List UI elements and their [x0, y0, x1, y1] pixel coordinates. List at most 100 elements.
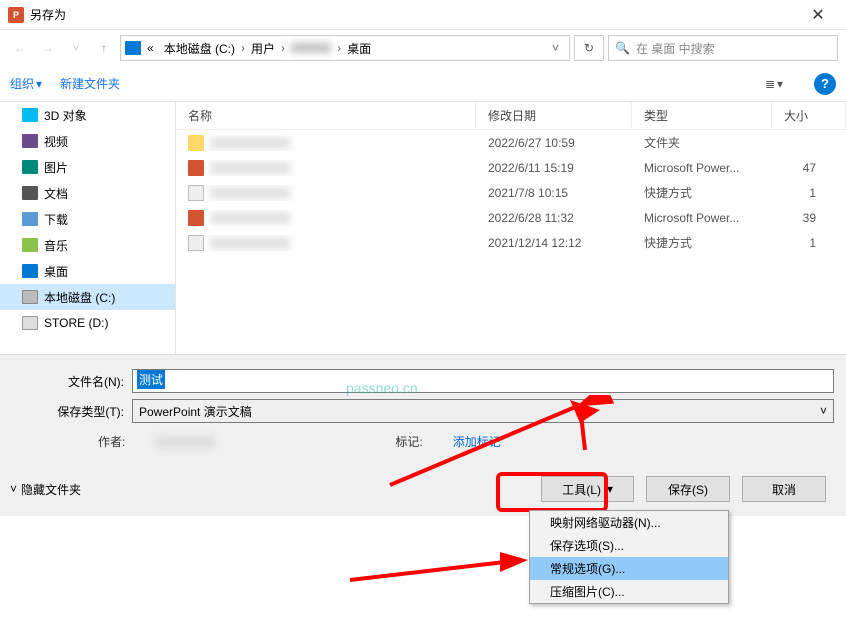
file-name-redacted	[210, 187, 290, 199]
file-row[interactable]: 2022/6/27 10:59 文件夹	[176, 130, 846, 155]
sidebar-item-label: 下载	[44, 211, 68, 228]
hide-folders-button[interactable]: ˅ 隐藏文件夹	[10, 481, 81, 498]
button-row: ˅ 隐藏文件夹 工具(L)▾ 保存(S) 取消	[0, 456, 846, 516]
col-size[interactable]: 大小	[772, 102, 846, 129]
forward-button[interactable]: →	[36, 36, 60, 60]
sidebar-item-label: 音乐	[44, 237, 68, 254]
filetype-label: 保存类型(T):	[12, 403, 132, 420]
filetype-value: PowerPoint 演示文稿	[139, 403, 252, 420]
folder-icon	[22, 264, 38, 278]
save-button[interactable]: 保存(S)	[646, 476, 730, 502]
dropdown-item[interactable]: 映射网络驱动器(N)...	[530, 511, 728, 534]
file-icon	[188, 135, 204, 151]
sidebar-item-label: 文档	[44, 185, 68, 202]
cancel-button[interactable]: 取消	[742, 476, 826, 502]
help-button[interactable]: ?	[814, 73, 836, 95]
file-type: 文件夹	[632, 134, 772, 151]
filename-label: 文件名(N):	[12, 373, 132, 390]
breadcrumb-sep: ›	[281, 41, 285, 55]
file-list: 名称 修改日期 类型 大小 2022/6/27 10:59 文件夹 2022/6…	[176, 102, 846, 354]
author-label: 作者:	[98, 433, 125, 450]
up-button[interactable]: ↑	[92, 36, 116, 60]
file-type: 快捷方式	[632, 184, 772, 201]
sidebar-item-label: STORE (D:)	[44, 316, 108, 330]
breadcrumb-seg-redacted[interactable]: XXXXX	[287, 39, 335, 57]
column-headers: 名称 修改日期 类型 大小	[176, 102, 846, 130]
folder-icon	[22, 160, 38, 174]
file-row[interactable]: 2021/7/8 10:15 快捷方式 1	[176, 180, 846, 205]
sidebar-item[interactable]: 文档	[0, 180, 175, 206]
file-row[interactable]: 2022/6/11 15:19 Microsoft Power... 47	[176, 155, 846, 180]
toolbar: 组织▾ 新建文件夹 ≣ ▾ ?	[0, 66, 846, 102]
tag-value[interactable]: 添加标记	[453, 433, 501, 450]
file-icon	[188, 235, 204, 251]
filetype-select[interactable]: PowerPoint 演示文稿 ˅	[132, 399, 834, 423]
file-type: Microsoft Power...	[632, 211, 772, 225]
tools-button[interactable]: 工具(L)▾	[541, 476, 634, 502]
file-date: 2021/12/14 12:12	[476, 236, 632, 250]
address-bar[interactable]: « 本地磁盘 (C:) › 用户 › XXXXX › 桌面 ˅	[120, 35, 570, 61]
file-size: 1	[772, 186, 846, 200]
file-size: 39	[772, 211, 846, 225]
breadcrumb-seg[interactable]: 桌面	[343, 38, 375, 59]
folder-icon	[22, 212, 38, 226]
breadcrumb-seg[interactable]: 用户	[247, 38, 279, 59]
sidebar-item[interactable]: 下载	[0, 206, 175, 232]
author-value-redacted[interactable]	[155, 436, 215, 448]
file-name-redacted	[210, 212, 290, 224]
file-icon	[188, 210, 204, 226]
sidebar-item[interactable]: 本地磁盘 (C:)	[0, 284, 175, 310]
folder-icon	[22, 134, 38, 148]
main-area: 3D 对象视频图片文档下载音乐桌面本地磁盘 (C:) STORE (D:) 名称 …	[0, 102, 846, 354]
sidebar: 3D 对象视频图片文档下载音乐桌面本地磁盘 (C:) STORE (D:)	[0, 102, 176, 354]
file-date: 2022/6/27 10:59	[476, 136, 632, 150]
file-row[interactable]: 2022/6/28 11:32 Microsoft Power... 39	[176, 205, 846, 230]
file-date: 2022/6/11 15:19	[476, 161, 632, 175]
folder-icon	[22, 238, 38, 252]
breadcrumb-prefix: «	[143, 39, 158, 57]
sidebar-item[interactable]: 音乐	[0, 232, 175, 258]
sidebar-item[interactable]: STORE (D:)	[0, 310, 175, 336]
organize-button[interactable]: 组织▾	[10, 75, 42, 92]
folder-icon	[22, 186, 38, 200]
filename-value: 测试	[137, 370, 165, 389]
sidebar-item[interactable]: 视频	[0, 128, 175, 154]
refresh-button[interactable]: ↻	[574, 35, 604, 61]
dropdown-item[interactable]: 保存选项(S)...	[530, 534, 728, 557]
window-title: 另存为	[30, 6, 798, 23]
breadcrumb-sep: ›	[337, 41, 341, 55]
chevron-down-icon: ˅	[820, 404, 827, 418]
close-button[interactable]: ✕	[798, 0, 838, 30]
dropdown-item[interactable]: 常规选项(G)...	[530, 557, 728, 580]
view-options-button[interactable]: ≣ ▾	[752, 72, 796, 96]
breadcrumb-seg[interactable]: 本地磁盘 (C:)	[160, 38, 239, 59]
search-input[interactable]: 🔍 在 桌面 中搜索	[608, 35, 838, 61]
file-row[interactable]: 2021/12/14 12:12 快捷方式 1	[176, 230, 846, 255]
title-bar: P 另存为 ✕	[0, 0, 846, 30]
address-dropdown-icon[interactable]: ˅	[546, 41, 565, 55]
new-folder-button[interactable]: 新建文件夹	[60, 75, 120, 92]
back-button[interactable]: ←	[8, 36, 32, 60]
breadcrumb-sep: ›	[241, 41, 245, 55]
sidebar-item-label: 3D 对象	[44, 107, 87, 124]
tag-label: 标记:	[395, 433, 422, 450]
sidebar-item[interactable]: 图片	[0, 154, 175, 180]
file-type: 快捷方式	[632, 234, 772, 251]
col-name[interactable]: 名称	[176, 102, 476, 129]
powerpoint-app-icon: P	[8, 7, 24, 23]
sidebar-item-label: 图片	[44, 159, 68, 176]
file-date: 2022/6/28 11:32	[476, 211, 632, 225]
dropdown-item[interactable]: 压缩图片(C)...	[530, 580, 728, 603]
file-date: 2021/7/8 10:15	[476, 186, 632, 200]
save-form: 文件名(N): 测试 保存类型(T): PowerPoint 演示文稿 ˅ 作者…	[0, 354, 846, 456]
sidebar-item[interactable]: 桌面	[0, 258, 175, 284]
file-name-redacted	[210, 137, 290, 149]
col-date[interactable]: 修改日期	[476, 102, 632, 129]
file-name-redacted	[210, 237, 290, 249]
filename-input[interactable]: 测试	[132, 369, 834, 393]
col-type[interactable]: 类型	[632, 102, 772, 129]
chevron-down-icon: ˅	[10, 482, 17, 496]
sidebar-item[interactable]: 3D 对象	[0, 102, 175, 128]
drive-icon	[125, 41, 141, 55]
recent-locations-button[interactable]: ˅	[64, 36, 88, 60]
